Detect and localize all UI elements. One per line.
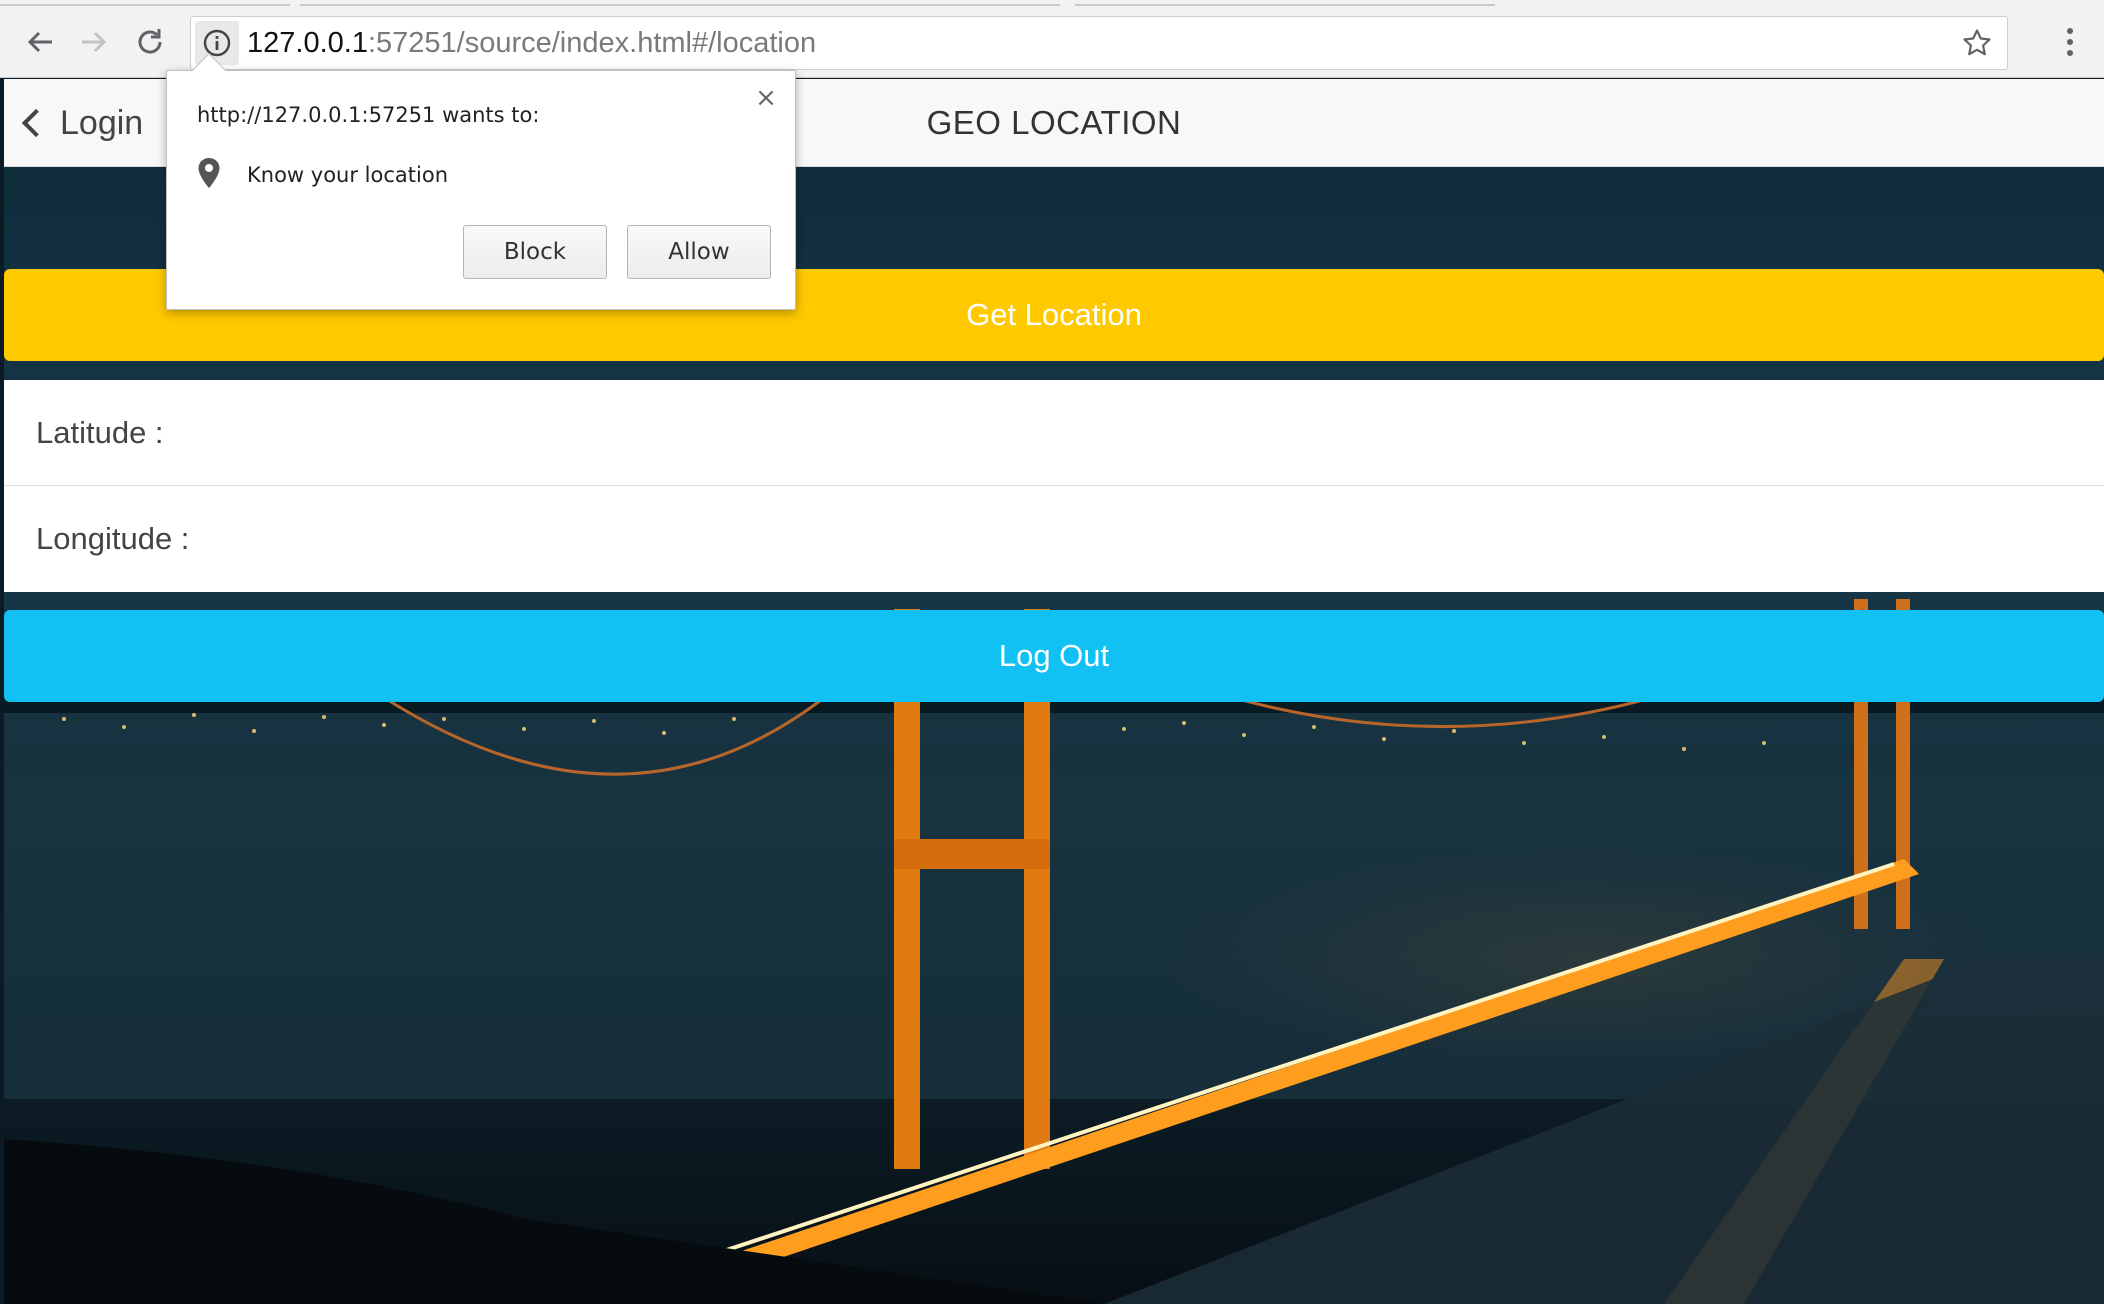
tab-edge[interactable]	[0, 0, 290, 6]
url-text[interactable]: 127.0.0.1:57251/source/index.html#/locat…	[247, 17, 816, 69]
kebab-menu-icon[interactable]	[2050, 20, 2090, 64]
allow-button[interactable]: Allow	[627, 225, 771, 279]
popup-title: http://127.0.0.1:57251 wants to:	[197, 103, 540, 127]
longitude-item: Longitude :	[36, 521, 190, 556]
permission-label: Know your location	[247, 163, 448, 187]
url-host: 127.0.0.1	[247, 27, 368, 59]
address-bar[interactable]: 127.0.0.1:57251/source/index.html#/locat…	[190, 16, 2008, 70]
reload-icon[interactable]	[128, 20, 172, 64]
permission-row: Know your location	[197, 157, 448, 193]
star-icon[interactable]	[1957, 23, 1997, 63]
close-icon[interactable]: ×	[751, 83, 781, 113]
location-permission-popup: × http://127.0.0.1:57251 wants to: Know …	[166, 53, 796, 310]
block-button[interactable]: Block	[463, 225, 607, 279]
tab-edge[interactable]	[300, 0, 1060, 6]
logout-button[interactable]: Log Out	[4, 610, 2104, 702]
forward-arrow-icon[interactable]	[72, 20, 116, 64]
latitude-item: Latitude :	[4, 380, 2104, 486]
location-pin-icon	[197, 157, 221, 193]
browser-toolbar: 127.0.0.1:57251/source/index.html#/locat…	[0, 8, 2104, 78]
tab-edge[interactable]	[1075, 0, 1495, 6]
info-icon[interactable]	[195, 21, 239, 65]
coordinates-list: Latitude : Longitude :	[4, 380, 2104, 592]
back-arrow-icon[interactable]	[18, 20, 62, 64]
url-path: :57251/source/index.html#/location	[367, 27, 817, 59]
